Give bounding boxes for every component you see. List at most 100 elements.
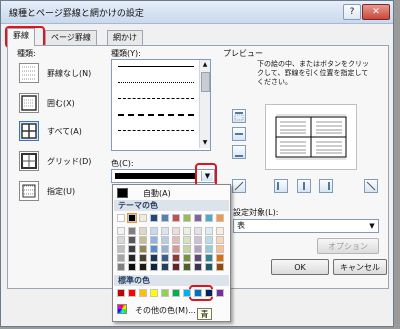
theme-shade-swatch[interactable] (139, 254, 147, 262)
scroll-thumb[interactable] (201, 72, 210, 92)
theme-shade-swatch[interactable] (205, 254, 213, 262)
line-style-dash-dot[interactable] (118, 130, 194, 131)
tab-borders[interactable]: 罫線 (7, 28, 35, 46)
apply-to-dropdown[interactable]: 表 ▼ (233, 219, 379, 233)
theme-shade-swatch[interactable] (183, 254, 191, 262)
standard-color-swatch[interactable] (128, 289, 136, 297)
theme-shade-swatch[interactable] (117, 236, 125, 244)
theme-color-swatch[interactable] (117, 214, 125, 222)
scroll-up-icon[interactable]: ▲ (201, 61, 209, 69)
line-style-scrollbar[interactable]: ▲ ▼ (199, 60, 210, 148)
theme-shade-swatch[interactable] (194, 254, 202, 262)
theme-shade-swatch[interactable] (139, 245, 147, 253)
automatic-color-label[interactable]: 自動(A) (143, 188, 171, 199)
automatic-color-swatch[interactable] (117, 188, 128, 198)
standard-color-swatch[interactable] (139, 289, 147, 297)
theme-shade-swatch[interactable] (161, 254, 169, 262)
theme-shade-swatch[interactable] (161, 245, 169, 253)
theme-color-swatch[interactable] (194, 214, 202, 222)
theme-shade-swatch[interactable] (216, 254, 224, 262)
theme-shade-swatch[interactable] (172, 245, 180, 253)
border-diagonal-up-button[interactable] (364, 179, 378, 193)
border-top-button[interactable] (232, 109, 246, 123)
line-style-solid[interactable] (118, 66, 194, 67)
theme-shade-swatch[interactable] (183, 227, 191, 235)
theme-shade-swatch[interactable] (194, 236, 202, 244)
theme-shade-swatch[interactable] (139, 263, 147, 271)
theme-shade-swatch[interactable] (128, 263, 136, 271)
tab-page-border[interactable]: ページ罫線 (45, 30, 97, 45)
theme-shade-swatch[interactable] (172, 227, 180, 235)
theme-shade-swatch[interactable] (150, 245, 158, 253)
theme-shade-swatch[interactable] (117, 227, 125, 235)
theme-color-swatch[interactable] (127, 213, 137, 223)
theme-color-swatch[interactable] (183, 214, 191, 222)
standard-color-swatch[interactable] (172, 289, 180, 297)
theme-shade-swatch[interactable] (139, 227, 147, 235)
theme-shade-swatch[interactable] (117, 245, 125, 253)
border-diagonal-down-button[interactable] (232, 179, 246, 193)
more-colors-link[interactable]: その他の色(M)... (135, 305, 196, 316)
border-preview-diagram[interactable] (265, 104, 357, 170)
theme-shade-swatch[interactable] (128, 236, 136, 244)
border-middle-h-button[interactable] (232, 127, 246, 141)
standard-color-swatch[interactable] (194, 289, 202, 297)
theme-shade-swatch[interactable] (172, 254, 180, 262)
cancel-button[interactable]: キャンセル (333, 259, 387, 275)
theme-shade-swatch[interactable] (194, 263, 202, 271)
border-left-button[interactable] (274, 179, 288, 193)
standard-color-swatch[interactable] (183, 289, 191, 297)
theme-shade-swatch[interactable] (216, 245, 224, 253)
border-middle-v-button[interactable] (297, 179, 311, 193)
theme-color-swatch[interactable] (139, 214, 147, 222)
theme-shade-swatch[interactable] (128, 245, 136, 253)
theme-color-swatch[interactable] (172, 214, 180, 222)
standard-color-swatch[interactable] (216, 289, 224, 297)
help-button[interactable]: ? (343, 4, 361, 20)
theme-shade-swatch[interactable] (150, 236, 158, 244)
theme-color-swatch[interactable] (205, 214, 213, 222)
line-style-dashed[interactable] (118, 98, 194, 99)
theme-shade-swatch[interactable] (161, 236, 169, 244)
standard-color-swatch[interactable] (205, 289, 213, 297)
standard-color-swatch[interactable] (117, 289, 125, 297)
theme-shade-swatch[interactable] (172, 236, 180, 244)
scroll-down-icon[interactable]: ▼ (201, 139, 209, 147)
theme-shade-swatch[interactable] (139, 236, 147, 244)
ok-button[interactable]: OK (271, 259, 329, 275)
theme-shade-swatch[interactable] (183, 245, 191, 253)
border-right-button[interactable] (319, 179, 333, 193)
line-style-long-dash[interactable] (118, 114, 194, 116)
apply-to-chevron-icon[interactable]: ▼ (367, 221, 377, 231)
theme-shade-swatch[interactable] (194, 227, 202, 235)
theme-shade-swatch[interactable] (117, 254, 125, 262)
theme-shade-swatch[interactable] (172, 263, 180, 271)
theme-shade-swatch[interactable] (128, 227, 136, 235)
theme-shade-swatch[interactable] (161, 227, 169, 235)
theme-shade-swatch[interactable] (216, 236, 224, 244)
theme-shade-swatch[interactable] (161, 263, 169, 271)
standard-color-swatch[interactable] (150, 289, 158, 297)
theme-color-swatch[interactable] (161, 214, 169, 222)
theme-shade-swatch[interactable] (205, 263, 213, 271)
close-button[interactable]: ✕ (362, 4, 390, 20)
theme-shade-swatch[interactable] (216, 263, 224, 271)
theme-shade-swatch[interactable] (150, 254, 158, 262)
theme-shade-swatch[interactable] (150, 227, 158, 235)
theme-shade-swatch[interactable] (183, 236, 191, 244)
theme-shade-swatch[interactable] (183, 263, 191, 271)
theme-shade-swatch[interactable] (128, 254, 136, 262)
line-style-dotted[interactable] (118, 82, 194, 83)
theme-color-swatch[interactable] (216, 214, 224, 222)
border-bottom-button[interactable] (232, 145, 246, 159)
tab-shading[interactable]: 網かけ (107, 30, 143, 45)
theme-shade-swatch[interactable] (205, 236, 213, 244)
theme-shade-swatch[interactable] (194, 245, 202, 253)
theme-shade-swatch[interactable] (150, 263, 158, 271)
theme-color-swatch[interactable] (150, 214, 158, 222)
standard-color-swatch[interactable] (161, 289, 169, 297)
line-style-list[interactable]: ▲ ▼ (111, 59, 211, 151)
options-button[interactable]: オプション(O)... (317, 238, 379, 267)
theme-shade-swatch[interactable] (117, 263, 125, 271)
theme-shade-swatch[interactable] (205, 245, 213, 253)
